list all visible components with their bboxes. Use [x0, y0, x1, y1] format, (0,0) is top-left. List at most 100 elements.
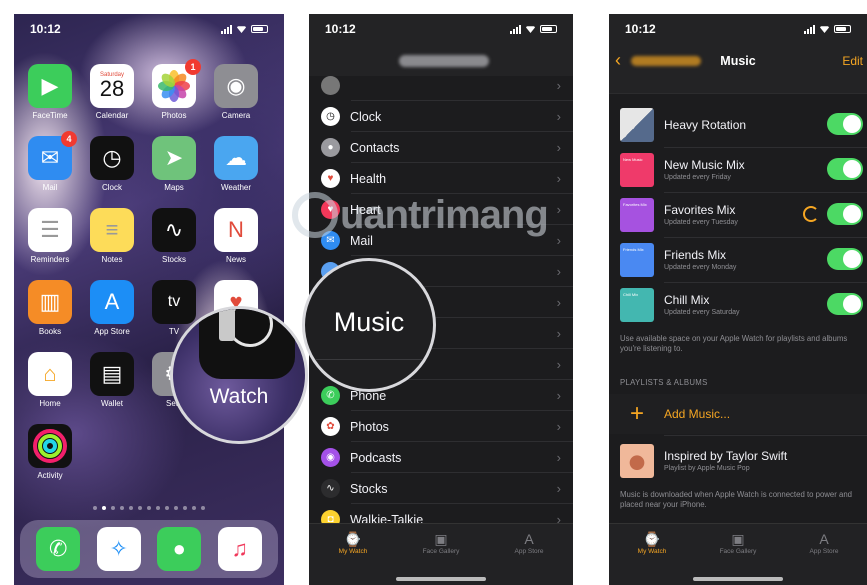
watch-app-icon	[199, 309, 295, 379]
phone-icon: ✆	[321, 386, 340, 405]
playlist-toggle[interactable]	[827, 113, 863, 135]
app-wallet[interactable]: ▤ Wallet	[90, 352, 134, 408]
row-label: Heart	[350, 202, 381, 217]
settings-row[interactable]: ›	[309, 70, 573, 101]
mail-icon: ✉	[321, 231, 340, 250]
space-note: Use available space on your Apple Watch …	[620, 334, 848, 353]
photos-icon: ✿	[321, 417, 340, 436]
signal-icon	[804, 24, 815, 34]
tab-label: Face Gallery	[422, 548, 460, 555]
app-calendar[interactable]: Saturday 28 Calendar	[90, 64, 134, 120]
playlist-row[interactable]: Chill Mix Chill Mix Updated every Saturday	[609, 282, 867, 327]
app-facetime[interactable]: ▶ FaceTime	[28, 64, 72, 120]
playlist-toggle[interactable]	[827, 293, 863, 315]
settings-row[interactable]: ● Contacts ›	[309, 132, 573, 163]
app-app-store[interactable]: A App Store	[90, 280, 134, 336]
notification-badge: 4	[61, 131, 77, 147]
app-notes[interactable]: ≡ Notes	[90, 208, 134, 264]
playlist-subtitle: Updated every Saturday	[664, 309, 740, 316]
phone-icon[interactable]: ✆	[36, 527, 81, 571]
dock: ✆ ✧ ● ♫	[20, 520, 278, 578]
app-books[interactable]: ▥ Books	[28, 280, 72, 336]
settings-row[interactable]: ♥ Heart ›	[309, 194, 573, 225]
settings-row[interactable]: ♥ Health ›	[309, 163, 573, 194]
app-store-icon: A	[524, 531, 534, 547]
app-home[interactable]: ⌂ Home	[28, 352, 72, 408]
album-subtitle: Playlist by Apple Music Pop	[664, 465, 750, 472]
tab-bar: ⌚ My Watch ▣ Face Gallery A App Store	[609, 523, 867, 585]
maps-icon: ➤	[152, 136, 196, 180]
playlist-name: Friends Mix	[664, 248, 727, 262]
app-mail[interactable]: ✉ 4 Mail	[28, 131, 77, 192]
chevron-right-icon: ›	[556, 171, 561, 186]
empty-slot	[90, 424, 134, 468]
chevron-right-icon: ›	[556, 357, 561, 372]
settings-row[interactable]: ✿ Photos ›	[309, 411, 573, 442]
clock-icon: ◷	[321, 107, 340, 126]
app-tv[interactable]: tv TV	[152, 280, 196, 336]
playlist-toggle[interactable]	[827, 158, 863, 180]
app-label: Books	[38, 327, 62, 336]
watch-app-zoom: Watch	[170, 306, 308, 444]
playlist-row[interactable]: Friends Mix Friends Mix Updated every Mond…	[609, 237, 867, 282]
playlist-toggle[interactable]	[827, 248, 863, 270]
app-clock[interactable]: ◷ Clock	[90, 136, 134, 192]
news-icon: N	[214, 208, 258, 252]
settings-row[interactable]: ✉ Mail ›	[309, 225, 573, 256]
app-label: Wallet	[101, 399, 123, 408]
row-label: Podcasts	[350, 450, 402, 465]
app-label: Calendar	[95, 111, 129, 120]
playlist-subtitle: Updated every Friday	[664, 174, 731, 181]
tab-my-watch[interactable]: ⌚ My Watch	[617, 530, 687, 585]
music-screen: 10:12 ‹ Music Edit Heavy Rotation New Mus…	[609, 14, 867, 585]
wallet-icon: ▤	[90, 352, 134, 396]
settings-row[interactable]: ◷ Clock ›	[309, 101, 573, 132]
app-maps[interactable]: ➤ Maps	[152, 136, 196, 192]
battery-icon	[540, 25, 557, 33]
status-bar: 10:12	[30, 20, 268, 38]
chevron-right-icon: ›	[556, 481, 561, 496]
music-row-zoom: Music	[302, 258, 436, 392]
playlist-row[interactable]: Heavy Rotation	[609, 102, 867, 147]
app-label: Photos	[161, 111, 187, 120]
contacts-icon: ●	[321, 138, 340, 157]
app-reminders[interactable]: ☰ Reminders	[28, 208, 72, 264]
reminders-icon: ☰	[28, 208, 72, 252]
chevron-right-icon: ›	[556, 326, 561, 341]
playlist-row[interactable]: New Music New Music Mix Updated every Frid…	[609, 147, 867, 192]
chevron-right-icon: ›	[556, 140, 561, 155]
edit-button[interactable]: Edit	[842, 54, 863, 68]
app-news[interactable]: N News	[214, 208, 258, 264]
album-row[interactable]: Inspired by Taylor Swift Playlist by Appl…	[609, 438, 867, 483]
screenshot-collage: 10:12 ▶ FaceTime Saturday 28 Calendar 1 Photos…	[0, 0, 867, 585]
home-indicator	[693, 577, 783, 581]
podcasts-icon: ◉	[321, 448, 340, 467]
app-stocks[interactable]: ∿ Stocks	[152, 208, 196, 264]
chevron-right-icon: ›	[556, 109, 561, 124]
tab-app-store[interactable]: A App Store	[789, 530, 859, 585]
safari-icon[interactable]: ✧	[96, 527, 141, 571]
playlist-subtitle: Updated every Monday	[664, 264, 737, 271]
music-icon[interactable]: ♫	[217, 527, 262, 571]
app-icon	[321, 76, 340, 95]
chevron-right-icon: ›	[556, 419, 561, 434]
notification-badge: 1	[185, 59, 201, 75]
heart-icon: ♥	[321, 200, 340, 219]
add-music-button[interactable]: + Add Music...	[609, 394, 867, 434]
playlist-toggle[interactable]	[827, 203, 863, 225]
tab-app-store[interactable]: A App Store	[494, 530, 564, 585]
home-screen: 10:12 ▶ FaceTime Saturday 28 Calendar 1 Photos…	[14, 14, 284, 585]
playlist-row[interactable]: Favorites Mix Favorites Mix Updated every …	[609, 192, 867, 237]
app-photos[interactable]: 1 Photos	[152, 59, 201, 120]
app-weather[interactable]: ☁ Weather	[214, 136, 258, 192]
row-label: Clock	[350, 109, 382, 124]
tab-my-watch[interactable]: ⌚ My Watch	[318, 530, 388, 585]
clock-icon: ◷	[90, 136, 134, 180]
app-camera[interactable]: ◉ Camera	[214, 64, 258, 120]
app-label: FaceTime	[32, 111, 68, 120]
messages-icon[interactable]: ●	[157, 527, 202, 571]
face-gallery-icon: ▣	[731, 531, 745, 547]
settings-row[interactable]: ◉ Podcasts ›	[309, 442, 573, 473]
app-activity[interactable]: Activity	[28, 424, 72, 480]
settings-row[interactable]: ∿ Stocks ›	[309, 473, 573, 504]
